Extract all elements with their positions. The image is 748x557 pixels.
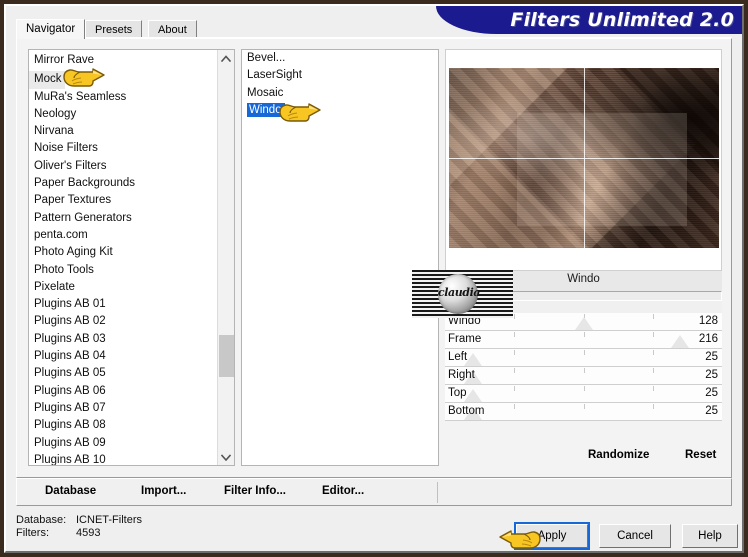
filter-list[interactable]: Bevel... LaserSight Mosaic Windo [241,49,439,466]
slider-value: 216 [698,333,718,345]
toolbar: Database Import... Filter Info... Editor… [16,478,732,506]
content-panel: Mirror Rave Mock MuRa's Seamless Neology… [16,38,732,478]
scrollbar-thumb[interactable] [219,335,234,377]
editor-button[interactable]: Editor... [322,485,364,497]
list-item[interactable]: Plugins AB 03 [29,331,218,348]
slider-row[interactable]: Top 25 [445,385,722,403]
parameter-sliders: Windo 128 Frame 216 Left 25 Right 25 Top… [445,313,722,421]
list-item[interactable]: Plugins AB 07 [29,400,218,417]
slider-ticks [445,385,722,402]
slider-row[interactable]: Left 25 [445,349,722,367]
help-button[interactable]: Help [682,524,738,548]
slider-ticks [445,367,722,384]
randomize-button[interactable]: Randomize [588,449,649,461]
category-list[interactable]: Mirror Rave Mock MuRa's Seamless Neology… [28,49,235,466]
list-item[interactable]: MuRa's Seamless [29,89,218,106]
list-item[interactable]: Photo Aging Kit [29,244,218,261]
toolbar-separator [437,482,438,503]
tab-about[interactable]: About [148,20,197,38]
list-item[interactable]: Pixelate [29,279,218,296]
status-database-label: Database: [16,514,67,526]
slider-value: 128 [698,315,718,327]
status-filters-label: Filters: [16,527,49,539]
list-item[interactable]: Photo Tools [29,262,218,279]
slider-label: Frame [448,333,482,345]
category-list-scrollbar[interactable] [217,50,234,465]
slider-row[interactable]: Right 25 [445,367,722,385]
list-item[interactable]: Nirvana [29,123,218,140]
filter-item-label: Windo [247,102,285,117]
chevron-down-icon[interactable] [218,449,234,465]
list-item[interactable]: Plugins AB 08 [29,417,218,434]
list-item[interactable]: Noise Filters [29,140,218,157]
list-item[interactable]: Bevel... [242,50,438,67]
list-item[interactable]: LaserSight [242,67,438,84]
filter-info-button[interactable]: Filter Info... [224,485,286,497]
preview-inner-frame-overlay [516,113,687,227]
slider-label: Bottom [448,405,485,417]
preview-area[interactable] [445,49,722,271]
status-database-value: ICNET-Filters [76,514,142,526]
tab-underline [16,37,732,38]
application-window: Filters Unlimited 2.0 Navigator Presets … [0,0,748,557]
chevron-up-icon[interactable] [218,50,234,66]
tab-strip: Navigator Presets About [16,19,732,39]
window-inner-frame: Filters Unlimited 2.0 Navigator Presets … [4,4,744,553]
database-button[interactable]: Database [45,485,96,497]
slider-ticks [445,403,722,420]
category-item-label: Mirror Rave [34,54,95,66]
slider-label: Right [448,369,475,381]
status-filters-value: 4593 [76,527,101,539]
tab-presets[interactable]: Presets [85,20,143,38]
apply-button[interactable]: Apply [514,522,590,550]
parameter-actions: Randomize Reset [445,445,722,467]
list-item[interactable]: Plugins AB 02 [29,313,218,330]
list-item[interactable]: Paper Textures [29,192,218,209]
preview-image[interactable] [449,68,719,248]
list-item[interactable]: Mirror Rave [29,50,218,69]
category-item-label: Mock [29,71,66,89]
slider-value: 25 [705,387,718,399]
watermark-label: claudia [437,286,481,299]
list-item[interactable]: Mock [29,69,218,89]
slider-value: 25 [705,369,718,381]
status-area: Database: ICNET-Filters Filters: 4593 [16,514,456,548]
slider-label: Left [448,351,468,363]
slider-row[interactable]: Bottom 25 [445,403,722,421]
category-list-viewport: Mirror Rave Mock MuRa's Seamless Neology… [29,50,218,465]
slider-row[interactable]: Frame 216 [445,331,722,349]
cancel-button[interactable]: Cancel [599,524,671,548]
reset-button[interactable]: Reset [685,449,716,461]
tab-navigator[interactable]: Navigator [16,19,86,39]
list-item[interactable]: Neology [29,106,218,123]
slider-thumb[interactable] [574,317,593,330]
list-item[interactable]: Plugins AB 04 [29,348,218,365]
list-item[interactable]: Plugins AB 10 [29,452,218,465]
claudia-watermark: claudia [412,270,513,318]
slider-label: Top [448,387,467,399]
list-item[interactable]: Plugins AB 09 [29,435,218,452]
preview-crosshair-horizontal [449,158,719,160]
list-item[interactable]: Plugins AB 05 [29,365,218,382]
slider-thumb[interactable] [671,335,690,348]
list-item[interactable]: Plugins AB 01 [29,296,218,313]
list-item[interactable]: Pattern Generators [29,210,218,227]
slider-ticks [445,349,722,366]
list-item[interactable]: Plugins AB 06 [29,383,218,400]
slider-value: 25 [705,405,718,417]
list-item[interactable]: penta.com [29,227,218,244]
import-button[interactable]: Import... [141,485,186,497]
list-item[interactable]: Oliver's Filters [29,158,218,175]
right-pane: claudia Windo Windo 128 Frame 216 Left 2… [412,49,722,466]
list-item[interactable]: Paper Backgrounds [29,175,218,192]
slider-value: 25 [705,351,718,363]
list-item-selected[interactable]: Windo [242,102,438,119]
list-item[interactable]: Mosaic [242,85,438,102]
